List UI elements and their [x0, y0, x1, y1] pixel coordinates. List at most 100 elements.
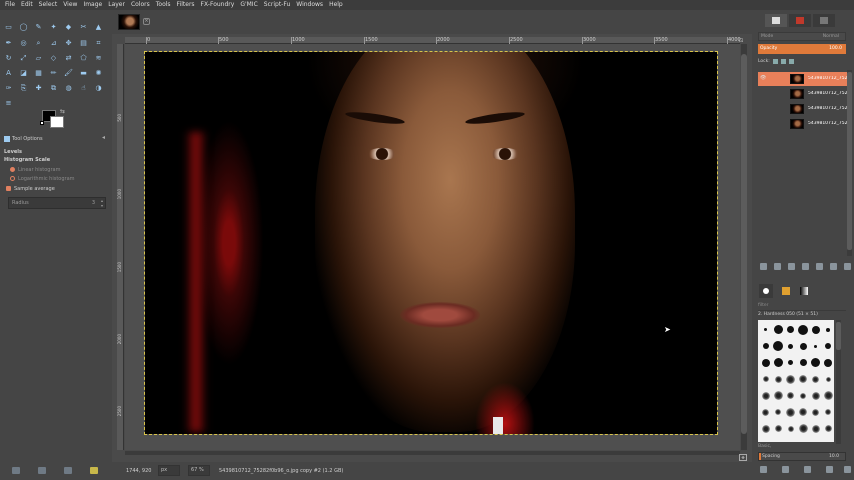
anchor-layer-icon[interactable] — [830, 263, 837, 270]
perspective-clone-icon[interactable]: ⧉ — [48, 83, 59, 93]
brush-preset[interactable] — [810, 390, 821, 401]
tab-layers[interactable] — [765, 14, 787, 27]
lower-layer-icon[interactable] — [802, 263, 809, 270]
brush-preset[interactable] — [785, 374, 796, 385]
new-brush-icon[interactable] — [782, 466, 789, 473]
brush-preset[interactable] — [798, 341, 809, 352]
color-picker-icon[interactable]: ◎ — [18, 38, 29, 48]
brush-preset[interactable] — [810, 374, 821, 385]
free-select-icon[interactable]: ✎ — [33, 22, 44, 32]
duplicate-layer-icon[interactable] — [816, 263, 823, 270]
tab-paths[interactable] — [813, 14, 835, 27]
brush-preset[interactable] — [760, 407, 771, 418]
tab-channels[interactable] — [789, 14, 811, 27]
levels-tool-icon[interactable]: ≡ — [3, 98, 14, 108]
foreground-select-icon[interactable]: ▲ — [93, 22, 104, 32]
menu-windows[interactable]: Windows — [293, 0, 326, 10]
brush-scrollbar[interactable] — [836, 320, 841, 444]
brush-preset[interactable] — [810, 407, 821, 418]
close-icon[interactable]: × — [143, 18, 150, 25]
sample-average-checkbox[interactable] — [6, 186, 11, 191]
layer-row[interactable]: 5439810712_75282f0b96_o.jpg — [758, 87, 852, 101]
layers-scrollbar[interactable] — [847, 70, 852, 256]
brush-tag-input[interactable]: Basic, — [758, 444, 846, 452]
fuzzy-select-icon[interactable]: ✦ — [48, 22, 59, 32]
unit-select[interactable]: px — [158, 465, 180, 476]
brush-preset[interactable] — [760, 324, 771, 335]
vertical-scrollbar[interactable] — [741, 44, 747, 450]
linear-histogram-radio[interactable] — [10, 167, 15, 172]
brush-preset[interactable] — [760, 390, 771, 401]
menu-gmic[interactable]: G'MIC — [237, 0, 260, 10]
brush-preset[interactable] — [823, 423, 834, 434]
paths-icon[interactable]: ✒ — [3, 38, 14, 48]
rectangle-select-icon[interactable]: ▭ — [3, 22, 14, 32]
flip-icon[interactable]: ⇄ — [63, 53, 74, 63]
brush-preset[interactable] — [773, 341, 784, 352]
visibility-icon[interactable]: 👁 — [760, 75, 768, 83]
brush-preset[interactable] — [773, 407, 784, 418]
heal-icon[interactable]: ✚ — [33, 83, 44, 93]
clone-icon[interactable]: ⎘ — [18, 83, 29, 93]
menu-image[interactable]: Image — [80, 0, 105, 10]
layer-row[interactable]: 👁 5439810712_75282f0b96_o.jpg — [758, 72, 852, 86]
brush-grid[interactable] — [758, 320, 834, 442]
zoom-select[interactable]: 67 % — [188, 465, 210, 476]
navigate-icon[interactable]: ✥ — [739, 454, 747, 461]
brush-preset[interactable] — [798, 324, 809, 335]
brush-preset[interactable] — [810, 324, 821, 335]
brush-preset[interactable] — [823, 407, 834, 418]
menu-view[interactable]: View — [60, 0, 80, 10]
brush-preset[interactable] — [785, 407, 796, 418]
warp-icon[interactable]: ≋ — [93, 53, 104, 63]
tab-patterns[interactable] — [779, 284, 793, 298]
scale-icon[interactable]: ⤢ — [18, 53, 29, 63]
brush-preset[interactable] — [773, 357, 784, 368]
bucket-fill-icon[interactable]: ◪ — [18, 68, 29, 78]
brush-preset[interactable] — [785, 390, 796, 401]
brush-preset[interactable] — [785, 341, 796, 352]
duplicate-brush-icon[interactable] — [804, 466, 811, 473]
delete-layer-icon[interactable] — [844, 263, 851, 270]
dodge-burn-icon[interactable]: ◑ — [93, 83, 104, 93]
blur-icon[interactable]: ◍ — [63, 83, 74, 93]
raise-layer-icon[interactable] — [788, 263, 795, 270]
delete-options-icon[interactable] — [64, 467, 72, 474]
brush-preset[interactable] — [810, 423, 821, 434]
scrollbar-thumb[interactable] — [836, 322, 841, 350]
perspective-icon[interactable]: ◇ — [48, 53, 59, 63]
menu-layer[interactable]: Layer — [105, 0, 128, 10]
delete-brush-icon[interactable] — [826, 466, 833, 473]
tab-gradients[interactable] — [797, 284, 811, 298]
tool-options-tab[interactable]: Tool Options — [4, 136, 43, 142]
pencil-icon[interactable]: ✏ — [48, 68, 59, 78]
menu-help[interactable]: Help — [326, 0, 346, 10]
eraser-icon[interactable]: ▬ — [78, 68, 89, 78]
menu-edit[interactable]: Edit — [18, 0, 36, 10]
spacing-slider[interactable]: Spacing 10.0 — [758, 452, 846, 461]
brush-preset[interactable] — [760, 423, 771, 434]
brush-preset[interactable] — [760, 374, 771, 385]
brush-preset[interactable] — [785, 357, 796, 368]
lock-pixels-icon[interactable] — [772, 59, 778, 64]
lock-position-icon[interactable] — [780, 59, 786, 64]
edit-brush-icon[interactable] — [760, 466, 767, 473]
brush-preset[interactable] — [798, 407, 809, 418]
radius-spinbox[interactable]: Radius 3 ▴ ▾ — [8, 197, 106, 209]
image-tab-thumbnail[interactable] — [118, 14, 140, 30]
brush-preset[interactable] — [773, 324, 784, 335]
image-canvas[interactable] — [144, 51, 718, 435]
zoom-icon[interactable]: ⌕ — [33, 38, 44, 48]
cage-icon[interactable]: ⬠ — [78, 53, 89, 63]
reset-options-icon[interactable] — [90, 467, 98, 474]
menu-colors[interactable]: Colors — [128, 0, 153, 10]
shear-icon[interactable]: ▱ — [33, 53, 44, 63]
brush-preset[interactable] — [798, 374, 809, 385]
menu-fx-foundry[interactable]: FX-Foundry — [198, 0, 238, 10]
horizontal-ruler[interactable]: 0 500 1000 1500 2000 2500 3000 3500 4000 — [125, 37, 741, 44]
rotate-icon[interactable]: ↻ — [3, 53, 14, 63]
lock-alpha-icon[interactable] — [788, 59, 794, 64]
mode-select[interactable]: Mode Normal — [758, 32, 846, 41]
brush-preset[interactable] — [785, 324, 796, 335]
scissors-icon[interactable]: ✂ — [78, 22, 89, 32]
